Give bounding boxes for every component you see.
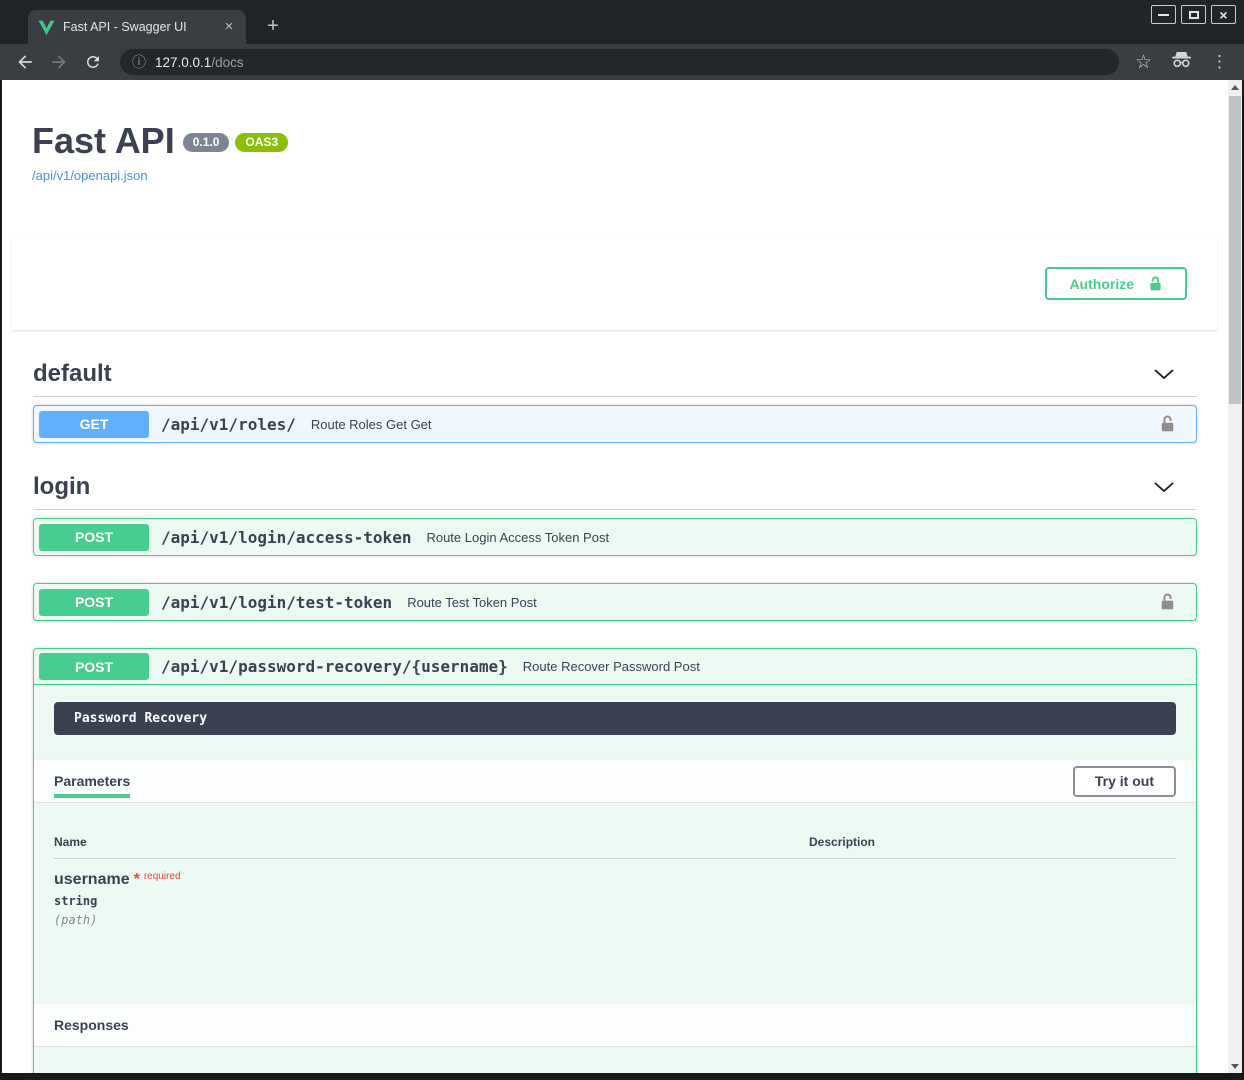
- scrollbar-down-icon[interactable]: [1228, 1059, 1242, 1073]
- maximize-icon: [1189, 11, 1199, 19]
- openapi-spec-link[interactable]: /api/v1/openapi.json: [32, 168, 1208, 183]
- url-host: 127.0.0.1: [155, 55, 211, 70]
- incognito-icon: [1170, 51, 1193, 73]
- lock-icon[interactable]: [1159, 592, 1176, 612]
- method-badge: POST: [39, 653, 149, 680]
- parameter-type: string: [54, 894, 809, 908]
- method-badge: POST: [39, 589, 149, 616]
- parameters-section-header: Parameters Try it out: [34, 759, 1196, 803]
- required-label: required: [144, 871, 181, 882]
- page-scrollbar[interactable]: [1228, 80, 1242, 1073]
- operation-summary-text: Route Recover Password Post: [523, 659, 1191, 674]
- forward-button[interactable]: [48, 51, 70, 73]
- browser-menu-icon[interactable]: ⋮: [1211, 52, 1228, 72]
- page-title: Fast API: [32, 120, 175, 161]
- address-bar[interactable]: ⓘ 127.0.0.1/docs: [120, 49, 1119, 75]
- fastapi-favicon-icon: [38, 19, 55, 36]
- authorize-button[interactable]: Authorize: [1045, 267, 1187, 300]
- bookmark-star-icon[interactable]: ☆: [1135, 51, 1152, 74]
- scrollbar-thumb[interactable]: [1229, 96, 1241, 404]
- chevron-down-icon[interactable]: [1153, 481, 1175, 493]
- operation-summary[interactable]: POST /api/v1/password-recovery/{username…: [34, 649, 1196, 685]
- oas3-badge: OAS3: [235, 133, 288, 152]
- responses-table-head: Code Description Links: [34, 1047, 1196, 1073]
- operation-path: /api/v1/login/test-token: [161, 593, 392, 612]
- unlock-icon: [1148, 275, 1163, 293]
- operation-description: Password Recovery: [54, 702, 1176, 735]
- responses-title: Responses: [54, 1017, 129, 1033]
- operation-path: /api/v1/password-recovery/{username}: [161, 657, 508, 676]
- chevron-down-icon[interactable]: [1153, 368, 1175, 380]
- authorize-label: Authorize: [1069, 276, 1134, 292]
- section-header-default[interactable]: default: [33, 344, 1197, 397]
- required-star: *: [134, 871, 140, 888]
- opblock-post-test-token: POST /api/v1/login/test-token Route Test…: [33, 583, 1197, 621]
- swagger-ui: Fast API 0.1.0 OAS3 /api/v1/openapi.json A…: [2, 80, 1228, 1073]
- scheme-container: Authorize: [12, 237, 1217, 330]
- operation-path: /api/v1/roles/: [161, 415, 296, 434]
- parameter-cell: username* required string (path): [54, 871, 809, 927]
- operations-wrapper: default GET /api/v1/roles/ Route Roles G…: [33, 344, 1197, 1073]
- version-badge: 0.1.0: [183, 133, 230, 152]
- parameter-location: (path): [54, 913, 809, 927]
- try-it-out-button[interactable]: Try it out: [1073, 766, 1176, 797]
- column-header-description: Description: [809, 835, 1176, 849]
- opblock-post-password-recovery: POST /api/v1/password-recovery/{username…: [33, 648, 1197, 1073]
- close-icon: ×: [1219, 8, 1227, 22]
- window-controls: ×: [1151, 5, 1236, 24]
- window-titlebar: Fast API - Swagger UI × + ×: [0, 0, 1244, 44]
- column-header-name: Name: [54, 835, 809, 849]
- tab-parameters: Parameters: [54, 773, 130, 789]
- tab-close-icon[interactable]: ×: [220, 18, 238, 36]
- new-tab-button[interactable]: +: [260, 14, 286, 40]
- browser-tab[interactable]: Fast API - Swagger UI ×: [28, 10, 246, 44]
- parameter-description-cell: [809, 871, 1176, 927]
- operation-body: Password Recovery Parameters Try it out …: [34, 702, 1196, 1073]
- section-title: default: [33, 360, 112, 388]
- operation-path: /api/v1/login/access-token: [161, 528, 411, 547]
- lock-icon[interactable]: [1159, 414, 1176, 434]
- section-header-login[interactable]: login: [33, 457, 1197, 510]
- operation-summary-text: Route Test Token Post: [407, 595, 1159, 610]
- api-info: Fast API 0.1.0 OAS3 /api/v1/openapi.json: [2, 80, 1228, 183]
- site-info-icon[interactable]: ⓘ: [132, 52, 146, 72]
- browser-toolbar: ⓘ 127.0.0.1/docs ☆ ⋮: [0, 44, 1244, 80]
- browser-window: Fast API - Swagger UI × + × ⓘ 127.0.0.1/…: [0, 0, 1244, 1080]
- tab-title: Fast API - Swagger UI: [63, 20, 220, 34]
- window-minimize-button[interactable]: [1151, 5, 1176, 24]
- method-badge: GET: [39, 411, 149, 438]
- section-title: login: [33, 473, 90, 501]
- operation-summary[interactable]: GET /api/v1/roles/ Route Roles Get Get: [34, 406, 1196, 442]
- parameters-table: Name Description username* required strin…: [34, 803, 1196, 1003]
- back-button[interactable]: [14, 51, 36, 73]
- opblock-post-access-token: POST /api/v1/login/access-token Route Lo…: [33, 518, 1197, 556]
- operation-summary[interactable]: POST /api/v1/login/access-token Route Lo…: [34, 519, 1196, 555]
- operation-summary[interactable]: POST /api/v1/login/test-token Route Test…: [34, 584, 1196, 620]
- page-viewport: Fast API 0.1.0 OAS3 /api/v1/openapi.json A…: [2, 80, 1242, 1073]
- operation-summary-text: Route Roles Get Get: [311, 417, 1159, 432]
- parameter-name: username: [54, 871, 130, 888]
- operation-summary-text: Route Login Access Token Post: [426, 530, 1191, 545]
- scrollbar-up-icon[interactable]: [1228, 80, 1242, 94]
- opblock-get-roles: GET /api/v1/roles/ Route Roles Get Get: [33, 405, 1197, 443]
- responses-section-header: Responses: [34, 1003, 1196, 1047]
- parameters-table-head: Name Description: [54, 803, 1176, 859]
- url-path: /docs: [211, 55, 243, 70]
- window-maximize-button[interactable]: [1181, 5, 1206, 24]
- minimize-icon: [1158, 14, 1169, 16]
- window-close-button[interactable]: ×: [1211, 5, 1236, 24]
- method-badge: POST: [39, 524, 149, 551]
- parameter-row: username* required string (path): [54, 859, 1176, 939]
- reload-button[interactable]: [82, 51, 104, 73]
